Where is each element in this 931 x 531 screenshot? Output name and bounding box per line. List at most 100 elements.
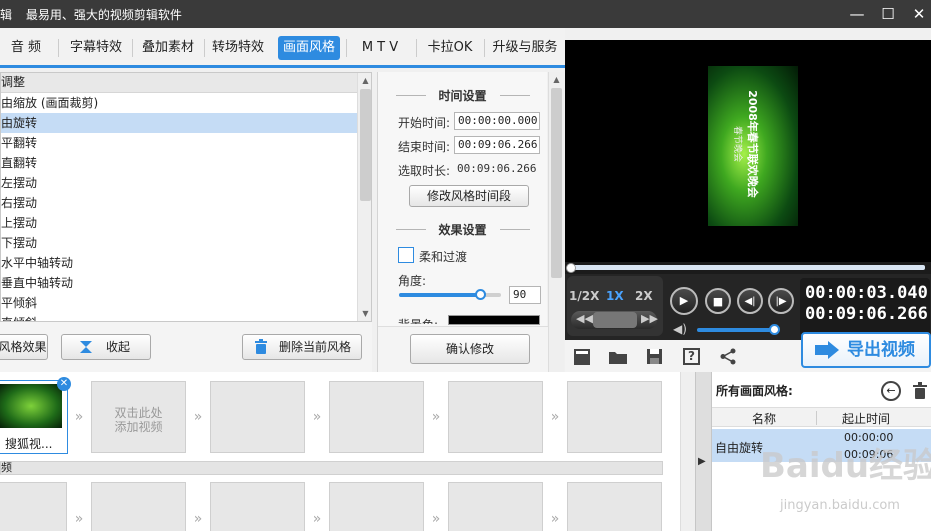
maximize-button[interactable]: ☐: [876, 3, 900, 25]
volume-knob[interactable]: [769, 324, 780, 335]
style-list-item-selected[interactable]: 由旋转: [1, 113, 357, 133]
scroll-thumb[interactable]: [360, 89, 371, 201]
modify-style-time-button[interactable]: 修改风格时间段: [409, 185, 529, 207]
speed-normal[interactable]: 1X: [606, 289, 624, 303]
total-time: 00:09:06.266: [805, 304, 928, 324]
minimize-button[interactable]: —: [845, 3, 869, 25]
stop-button[interactable]: ■: [705, 288, 731, 314]
transition-arrow-icon[interactable]: »: [427, 408, 445, 426]
timeline-scrollbar[interactable]: [680, 372, 695, 531]
volume-slider[interactable]: [697, 324, 780, 335]
open-folder-icon[interactable]: [608, 348, 628, 366]
expand-panel-icon[interactable]: ▶: [698, 456, 706, 467]
column-divider: [816, 411, 817, 425]
frame-step-control[interactable]: ◀◀ ▶▶: [571, 311, 658, 329]
angle-value-field[interactable]: 90: [509, 286, 541, 304]
style-list-item[interactable]: 右摆动: [1, 193, 357, 213]
close-button[interactable]: ✕: [907, 3, 931, 25]
transition-arrow-icon[interactable]: »: [189, 408, 207, 426]
remove-clip-icon[interactable]: ✕: [57, 377, 71, 391]
style-list-item[interactable]: 垂直中轴转动: [1, 273, 357, 293]
tab-overlay[interactable]: 叠加素材: [136, 36, 200, 60]
tab-mtv[interactable]: M T V: [350, 36, 410, 60]
transition-arrow-icon[interactable]: »: [70, 510, 88, 528]
scroll-up-icon[interactable]: ▲: [549, 72, 564, 87]
next-frame-button[interactable]: |▶: [768, 288, 794, 314]
style-list-item[interactable]: 直翻转: [1, 153, 357, 173]
tab-audio[interactable]: 音 频: [0, 36, 52, 60]
style-list-item[interactable]: 由缩放 (画面裁剪): [1, 93, 357, 113]
start-time-field[interactable]: 00:00:00.000: [454, 112, 540, 130]
video-clip[interactable]: 搜狐视...: [0, 380, 68, 454]
transition-arrow-icon[interactable]: »: [546, 510, 564, 528]
tab-transitions[interactable]: 转场特效: [206, 36, 270, 60]
step-forward-icon[interactable]: ▶▶: [641, 312, 658, 325]
video-preview[interactable]: 2008年春节联欢晚会 春节晚会: [565, 40, 931, 262]
transition-arrow-icon[interactable]: »: [546, 408, 564, 426]
empty-video-slot[interactable]: [329, 482, 424, 531]
trash-icon[interactable]: [912, 382, 928, 400]
title-fragment: 辑: [0, 8, 13, 22]
angle-slider-track[interactable]: [399, 289, 501, 300]
scroll-up-icon[interactable]: ▲: [358, 73, 371, 88]
volume-icon[interactable]: ◀): [673, 322, 687, 336]
back-arrow-icon[interactable]: ←: [881, 381, 901, 401]
export-video-button[interactable]: 导出视频: [801, 332, 931, 368]
angle-slider-knob[interactable]: [474, 289, 486, 300]
seek-knob[interactable]: [566, 263, 576, 273]
step-back-icon[interactable]: ◀◀: [576, 312, 593, 325]
style-end-time: 00:09:06: [844, 448, 894, 461]
panel-toggle[interactable]: ▶: [695, 372, 711, 531]
seek-bar[interactable]: [565, 262, 931, 274]
new-icon[interactable]: [573, 348, 591, 366]
style-list-item[interactable]: 左摆动: [1, 173, 357, 193]
help-icon[interactable]: ?: [683, 348, 700, 365]
delete-current-style-button[interactable]: 删除当前风格: [242, 334, 362, 360]
style-list-item[interactable]: 上摆动: [1, 213, 357, 233]
transition-arrow-icon[interactable]: »: [427, 510, 445, 528]
scroll-down-icon[interactable]: ▼: [358, 306, 371, 321]
add-video-slot[interactable]: 双击此处 添加视频: [91, 381, 186, 453]
style-list-item[interactable]: 平倾斜: [1, 293, 357, 313]
style-list-scrollbar[interactable]: ▲ ▼: [357, 73, 371, 321]
add-style-effect-button[interactable]: 风格效果: [0, 334, 48, 360]
speed-double[interactable]: 2X: [635, 289, 653, 303]
tab-subtitle-effects[interactable]: 字幕特效: [64, 36, 128, 60]
scroll-thumb[interactable]: [551, 88, 562, 278]
empty-video-slot[interactable]: [567, 482, 662, 531]
empty-video-slot[interactable]: [210, 381, 305, 453]
background-color-swatch[interactable]: [448, 315, 540, 325]
jog-wheel[interactable]: [593, 312, 637, 328]
empty-video-slot[interactable]: [91, 482, 186, 531]
style-list-item[interactable]: 下摆动: [1, 233, 357, 253]
empty-video-slot[interactable]: [567, 381, 662, 453]
applied-style-row[interactable]: 自由旋转 00:00:00 00:09:06: [712, 429, 931, 462]
confirm-modify-button[interactable]: 确认修改: [410, 334, 530, 364]
transition-arrow-icon[interactable]: »: [308, 408, 326, 426]
transition-arrow-icon[interactable]: »: [308, 510, 326, 528]
function-tabs: 音 频 字幕特效 叠加素材 转场特效 画面风格 M T V 卡拉OK 升级与服务: [0, 28, 565, 68]
empty-video-slot[interactable]: [448, 381, 543, 453]
seek-track[interactable]: [571, 265, 925, 270]
collapse-button[interactable]: 收起: [61, 334, 151, 360]
play-button[interactable]: ▶: [670, 287, 698, 315]
save-icon[interactable]: [646, 348, 663, 365]
end-time-field[interactable]: 00:09:06.266: [454, 136, 540, 154]
tab-upgrade-service[interactable]: 升级与服务: [487, 36, 563, 60]
share-icon[interactable]: [720, 348, 737, 365]
tab-karaoke[interactable]: 卡拉OK: [420, 36, 480, 60]
empty-video-slot[interactable]: [329, 381, 424, 453]
empty-video-slot[interactable]: [448, 482, 543, 531]
style-list-item[interactable]: 平翻转: [1, 133, 357, 153]
tab-picture-style[interactable]: 画面风格: [278, 36, 340, 60]
empty-video-slot[interactable]: [0, 482, 67, 531]
settings-scrollbar[interactable]: ▲: [548, 72, 564, 372]
empty-video-slot[interactable]: [210, 482, 305, 531]
soft-transition-checkbox[interactable]: [398, 247, 414, 263]
style-list-item[interactable]: 直倾斜: [1, 313, 357, 321]
speed-half[interactable]: 1/2X: [569, 289, 599, 303]
transition-arrow-icon[interactable]: »: [70, 408, 88, 426]
style-list-item[interactable]: 水平中轴转动: [1, 253, 357, 273]
transition-arrow-icon[interactable]: »: [189, 510, 207, 528]
previous-frame-button[interactable]: ◀|: [737, 288, 763, 314]
